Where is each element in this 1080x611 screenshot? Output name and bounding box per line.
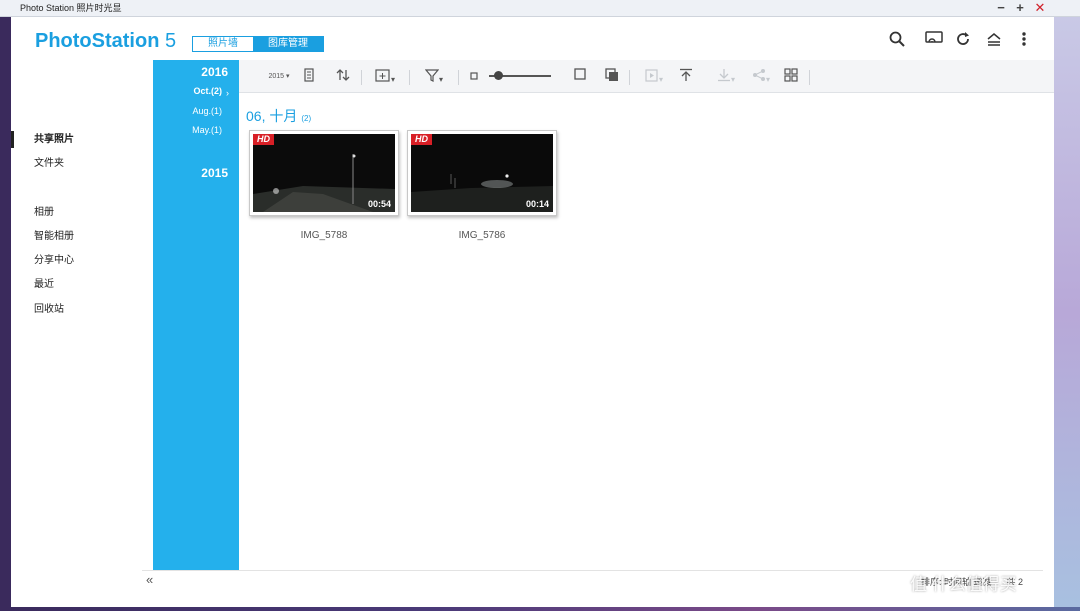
logo-bold-text: PhotoStation xyxy=(35,30,160,52)
video-frame: HD 00:54 xyxy=(253,134,395,212)
thumbnail-filename[interactable]: IMG_5786 xyxy=(407,230,557,241)
share-icon[interactable]: ▾ xyxy=(748,68,774,85)
small-size-icon[interactable] xyxy=(469,68,479,85)
search-icon[interactable] xyxy=(887,31,907,51)
date-group-title: 06, 十月 xyxy=(246,108,298,124)
hd-badge: HD xyxy=(411,134,432,145)
timeline-month-aug[interactable]: Aug.(1) xyxy=(192,106,222,116)
timeline-year-2015[interactable]: 2015 xyxy=(201,166,228,180)
toolbar-divider xyxy=(409,70,410,85)
nav-item-folders[interactable]: 文件夹 xyxy=(34,157,64,171)
refresh-icon[interactable] xyxy=(953,31,973,51)
toolbar-divider xyxy=(361,70,362,85)
maximize-icon[interactable]: + xyxy=(1011,0,1029,17)
video-thumbnail[interactable]: HD 00:54 xyxy=(249,130,399,216)
toolbar-divider xyxy=(458,70,459,85)
timeline-panel: 2016 Oct.(2) › Aug.(1) May.(1) 2015 xyxy=(153,60,239,587)
download-icon[interactable]: ▾ xyxy=(713,68,739,85)
minimize-icon[interactable]: − xyxy=(992,0,1010,17)
toolbar: 2015 ▾ ▾ ▾ ▾ ▾ ▾ xyxy=(239,60,1054,93)
app-logo: PhotoStation 5 xyxy=(35,30,176,53)
upload-queue-icon[interactable] xyxy=(984,31,1004,51)
grid-icon[interactable] xyxy=(783,68,799,85)
video-duration: 00:14 xyxy=(525,199,549,209)
thumbnail-filename[interactable]: IMG_5788 xyxy=(249,230,399,241)
nav-active-indicator xyxy=(11,131,14,148)
slideshow-icon[interactable]: ▾ xyxy=(641,68,667,85)
date-group-count: (2) xyxy=(301,114,312,123)
photo-grid: 06, 十月 (2) HD 00:54 IMG_5788 HD 00:14 IM… xyxy=(239,93,1054,587)
nav-item-recycle-bin[interactable]: 回收站 xyxy=(34,303,64,317)
sort-icon[interactable] xyxy=(335,68,351,85)
app-window: PhotoStation 5 照片墙 图库管理 共享照片 文件夹 相册 智能相册… xyxy=(11,17,1054,607)
nav-item-recent[interactable]: 最近 xyxy=(34,278,54,292)
toolbar-divider xyxy=(809,70,810,85)
desktop-background xyxy=(1054,17,1080,607)
filter-icon[interactable]: ▾ xyxy=(419,68,449,85)
tab-photo-wall[interactable]: 照片墙 xyxy=(193,37,253,51)
timeline-month-may[interactable]: May.(1) xyxy=(192,125,222,135)
date-group-header[interactable]: 06, 十月 (2) xyxy=(246,106,311,126)
nav-item-shared-photos[interactable]: 共享照片 xyxy=(34,133,74,147)
list-view-icon[interactable] xyxy=(302,68,316,85)
hd-badge: HD xyxy=(253,134,274,145)
video-thumbnail[interactable]: HD 00:14 xyxy=(407,130,557,216)
chevron-right-icon: › xyxy=(226,88,229,98)
nav-item-share-center[interactable]: 分享中心 xyxy=(34,254,74,268)
large-size-icon[interactable] xyxy=(573,68,587,85)
timeline-view-glyph: 2015 xyxy=(268,73,285,80)
nav-item-smart-albums[interactable]: 智能相册 xyxy=(34,230,74,244)
add-icon[interactable]: ▾ xyxy=(370,68,400,85)
timeline-view-icon[interactable]: 2015 ▾ xyxy=(267,68,291,85)
nav-item-albums[interactable]: 相册 xyxy=(34,206,54,220)
tab-library-management[interactable]: 图库管理 xyxy=(253,37,323,51)
upload-icon[interactable] xyxy=(678,68,694,85)
collapse-sidebar-icon[interactable]: « xyxy=(146,572,153,587)
watermark: 值 什么值得买 xyxy=(910,575,1017,594)
cast-icon[interactable] xyxy=(924,31,944,51)
logo-version-text: 5 xyxy=(159,30,177,52)
timeline-year-2016[interactable]: 2016 xyxy=(201,65,228,79)
window-title-bar: Photo Station 照片时光显 xyxy=(0,0,1080,17)
status-bar: « 排序: 时间轴 递减 共 2 xyxy=(142,570,1043,590)
close-icon[interactable]: ✕ xyxy=(1031,0,1049,17)
view-switcher: 照片墙 图库管理 xyxy=(192,36,324,52)
toolbar-divider xyxy=(629,70,630,85)
size-slider-handle[interactable] xyxy=(494,71,504,80)
video-frame: HD 00:14 xyxy=(411,134,553,212)
window-title: Photo Station 照片时光显 xyxy=(20,3,122,13)
timeline-month-oct[interactable]: Oct.(2) xyxy=(193,86,222,96)
multi-select-icon[interactable] xyxy=(604,68,620,85)
video-duration: 00:54 xyxy=(367,199,391,209)
more-icon[interactable] xyxy=(1014,31,1034,51)
left-nav: 共享照片 文件夹 相册 智能相册 分享中心 最近 回收站 xyxy=(11,60,153,607)
app-header: PhotoStation 5 照片墙 图库管理 xyxy=(11,17,1054,60)
